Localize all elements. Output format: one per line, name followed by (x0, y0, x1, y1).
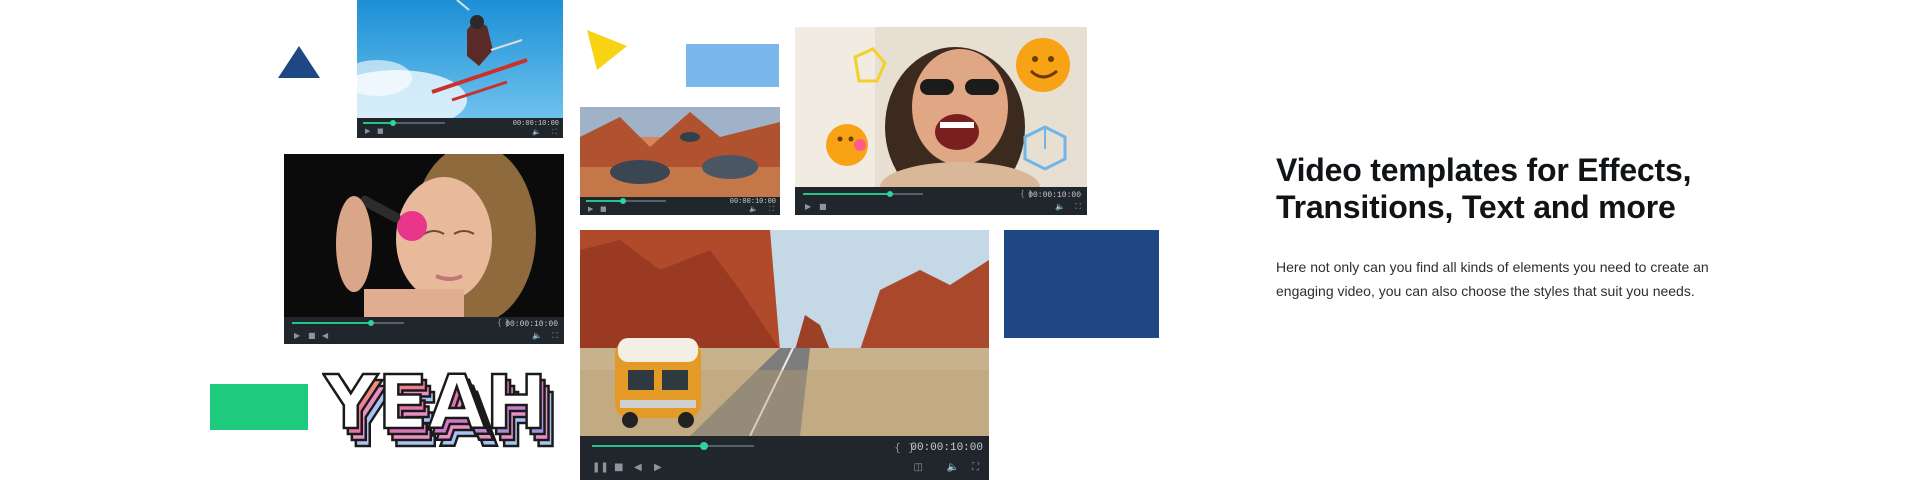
trim-left-icon[interactable]: { (497, 319, 502, 327)
section-description: Here not only can you find all kinds of … (1276, 259, 1709, 299)
play-icon[interactable]: ▶ (294, 332, 300, 340)
progress-fill (592, 445, 703, 447)
van-image (580, 230, 989, 436)
video-thumbnail-van[interactable]: ❚❚ ■ ◀ ▶ { } 00:00:10:00 ◫ 🔈 ⛶ (580, 230, 989, 480)
yeah-text: YEAH (323, 360, 547, 446)
fullscreen-icon[interactable]: ⛶ (552, 129, 557, 136)
trim-left-icon[interactable]: { (894, 442, 901, 453)
sky-rectangle-shape (686, 44, 779, 87)
fullscreen-icon[interactable]: ⛶ (552, 332, 558, 340)
rewind-icon[interactable]: ◀ (634, 463, 642, 473)
pause-icon[interactable]: ❚❚ (592, 463, 609, 473)
progress-knob[interactable] (620, 198, 626, 204)
fullscreen-icon[interactable]: ⛶ (769, 206, 774, 213)
play-icon[interactable]: ▶ (805, 203, 811, 211)
timecode: 00:00:10:00 (1028, 191, 1081, 200)
green-rectangle-shape (210, 384, 308, 430)
play-icon[interactable]: ▶ (654, 463, 662, 473)
stop-icon[interactable]: ■ (377, 128, 384, 135)
ski-image (357, 0, 563, 118)
video-thumbnail-emoji-effects[interactable]: ▶ ■ { } 00:00:10:00 🔈 ⛶ (795, 27, 1087, 215)
navy-triangle-shape (278, 46, 320, 78)
emoji-effects-image (795, 27, 1087, 187)
volume-icon[interactable]: 🔈 (1055, 203, 1065, 211)
play-icon[interactable]: ▶ (588, 206, 593, 213)
volume-icon[interactable]: 🔈 (947, 463, 959, 473)
stop-icon[interactable]: ■ (600, 206, 607, 213)
timecode: 00:00:10:00 (910, 442, 983, 454)
progress-knob[interactable] (390, 120, 396, 126)
timecode: 00:00:10:00 (512, 120, 559, 128)
volume-icon[interactable]: 🔈 (749, 206, 758, 213)
camera-icon[interactable]: ◫ (914, 463, 923, 473)
fullscreen-icon[interactable]: ⛶ (1075, 203, 1081, 211)
section-heading: Video templates for Effects, Transitions… (1276, 152, 1692, 225)
play-icon[interactable]: ▶ (365, 128, 370, 135)
makeup-image (284, 154, 564, 317)
progress-fill (586, 200, 622, 202)
stop-icon[interactable]: ■ (614, 463, 623, 473)
volume-icon[interactable]: 🔈 (532, 332, 542, 340)
video-thumbnail-ski[interactable]: ▶ ■ 00:00:10:00 🔈 ⛶ (357, 0, 563, 138)
racing-image (580, 107, 780, 197)
yellow-triangle-shape (587, 30, 627, 70)
yeah-sticker: YEAH YEAH YEAH YEAH (322, 359, 561, 456)
progress-knob[interactable] (368, 320, 374, 326)
fullscreen-icon[interactable]: ⛶ (972, 463, 979, 473)
stop-icon[interactable]: ■ (308, 332, 316, 340)
video-thumbnail-racing[interactable]: ▶ ■ 00:00:10:00 🔈 ⛶ (580, 107, 780, 215)
rewind-icon[interactable]: ◀ (322, 332, 328, 340)
progress-knob[interactable] (887, 191, 893, 197)
video-thumbnail-makeup[interactable]: ▶ ■ ◀ { } 00:00:10:00 🔈 ⛶ (284, 154, 564, 344)
navy-square-shape (1004, 230, 1159, 338)
progress-knob[interactable] (700, 442, 708, 450)
progress-fill (292, 322, 371, 324)
progress-fill (363, 122, 392, 124)
timecode: 00:00:10:00 (505, 320, 558, 329)
trim-left-icon[interactable]: { (1020, 190, 1025, 198)
progress-fill (803, 193, 890, 195)
stop-icon[interactable]: ■ (819, 203, 827, 211)
volume-icon[interactable]: 🔈 (532, 129, 541, 136)
